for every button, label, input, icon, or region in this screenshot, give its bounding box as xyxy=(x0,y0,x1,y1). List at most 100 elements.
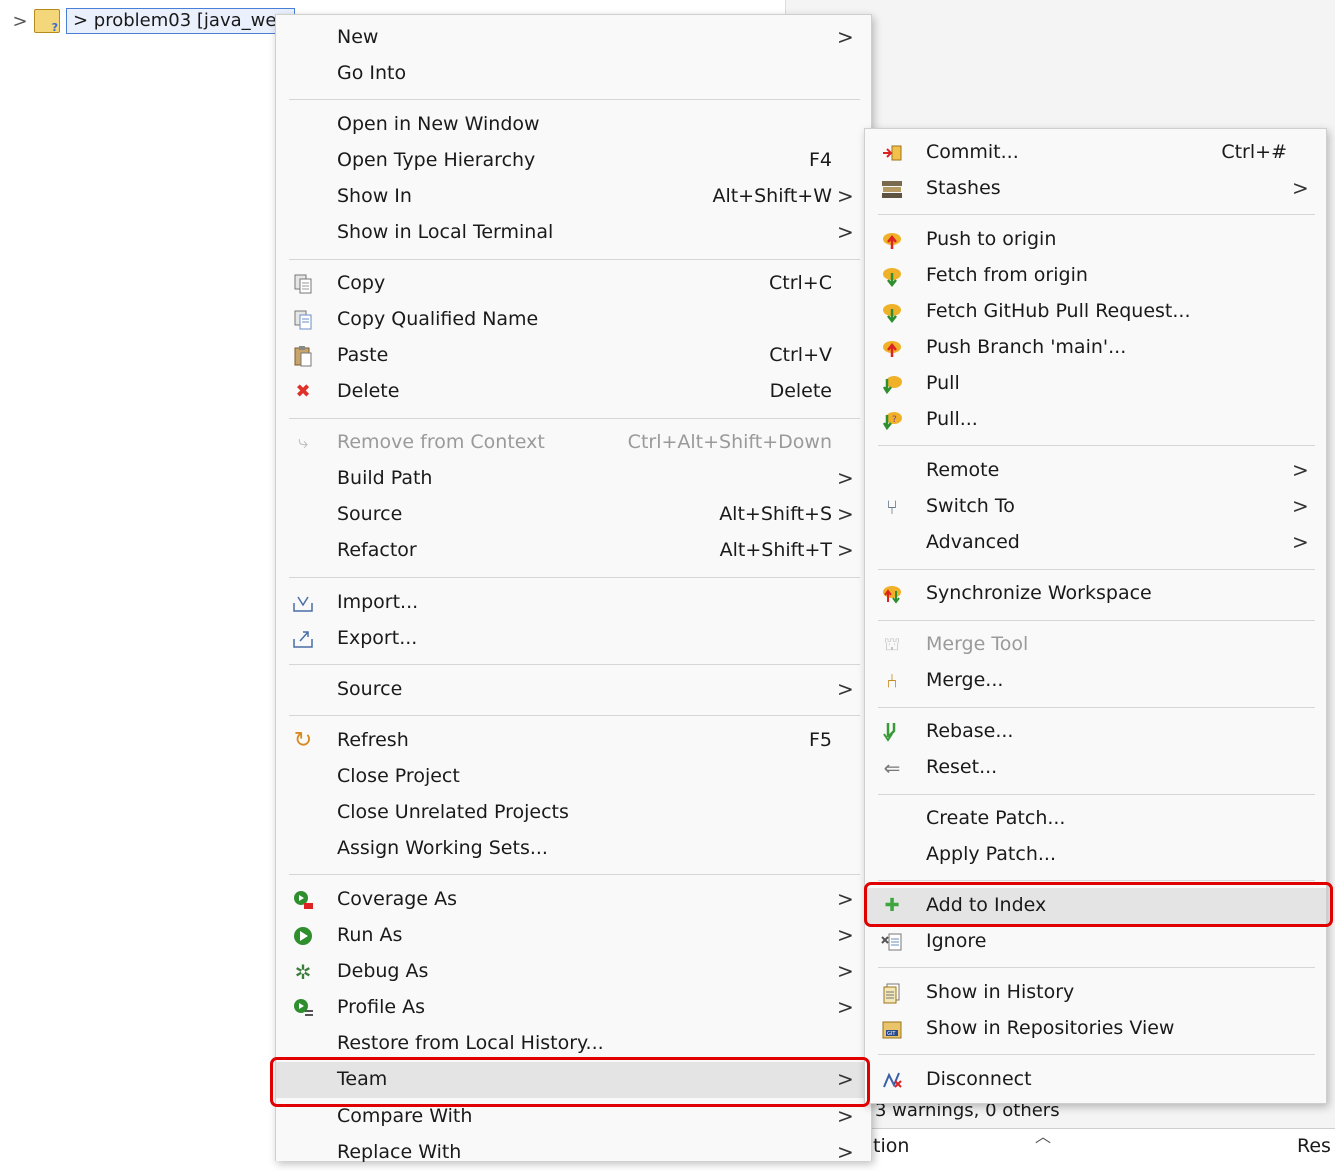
menu-shortcut: Alt+Shift+T xyxy=(719,539,832,561)
collapse-caret-icon[interactable]: ︿ xyxy=(1035,1123,1051,1147)
refresh-icon: ↻ xyxy=(293,728,313,753)
menu-item-commit[interactable]: Commit... Ctrl+# xyxy=(865,135,1326,171)
menu-label: Show In xyxy=(337,185,412,207)
menu-shortcut: Ctrl+V xyxy=(769,344,832,366)
menu-label: Push Branch 'main'... xyxy=(926,336,1127,358)
menu-item-close-project[interactable]: Close Project xyxy=(276,759,871,795)
menu-item-replace-with[interactable]: Replace With > xyxy=(276,1135,871,1171)
menu-item-team[interactable]: Team > xyxy=(276,1062,871,1098)
menu-item-show-in-history[interactable]: Show in History xyxy=(865,975,1326,1011)
menu-item-stashes[interactable]: Stashes > xyxy=(865,171,1326,207)
menu-item-refresh[interactable]: ↻ Refresh F5 xyxy=(276,723,871,759)
menu-item-reset[interactable]: ⇐ Reset... xyxy=(865,750,1326,786)
menu-item-advanced[interactable]: Advanced > xyxy=(865,525,1326,561)
menu-item-fetch-from-origin[interactable]: Fetch from origin xyxy=(865,258,1326,294)
menu-item-profile-as[interactable]: Profile As > xyxy=(276,990,871,1026)
menu-label: Fetch from origin xyxy=(926,264,1088,286)
menu-item-delete[interactable]: ✖ Delete Delete xyxy=(276,374,871,410)
rebase-icon xyxy=(880,720,904,744)
tab-location[interactable]: tion xyxy=(873,1135,909,1157)
menu-label: Create Patch... xyxy=(926,807,1066,829)
stashes-icon xyxy=(880,177,904,201)
menu-label: Stashes xyxy=(926,177,1001,199)
menu-label: Debug As xyxy=(337,960,429,982)
submenu-arrow-icon: > xyxy=(837,1067,854,1091)
menu-shortcut: F4 xyxy=(808,149,832,171)
menu-item-import[interactable]: Import... xyxy=(276,585,871,621)
menu-item-refactor[interactable]: Refactor Alt+Shift+T > xyxy=(276,533,871,569)
menu-item-copy[interactable]: Copy Ctrl+C xyxy=(276,266,871,302)
menu-item-export[interactable]: Export... xyxy=(276,621,871,657)
switch-branch-icon: ⑂ xyxy=(886,495,898,519)
menu-item-switch-to[interactable]: ⑂ Switch To > xyxy=(865,489,1326,525)
submenu-arrow-icon: > xyxy=(837,887,854,911)
menu-label: Add to Index xyxy=(926,894,1047,916)
menu-item-merge[interactable]: ⑃ Merge... xyxy=(865,663,1326,699)
add-to-index-icon: ✚ xyxy=(884,895,900,916)
menu-item-fetch-github-pull-request[interactable]: Fetch GitHub Pull Request... xyxy=(865,294,1326,330)
menu-item-build-path[interactable]: Build Path > xyxy=(276,461,871,497)
menu-shortcut: Alt+Shift+S xyxy=(719,503,832,525)
copy-qualified-name-icon xyxy=(291,308,315,332)
menu-label: New xyxy=(337,26,379,48)
menu-item-show-in-repositories-view[interactable]: GIT Show in Repositories View xyxy=(865,1011,1326,1047)
menu-item-ignore[interactable]: Ignore xyxy=(865,924,1326,960)
menu-item-show-in[interactable]: Show In Alt+Shift+W > xyxy=(276,179,871,215)
submenu-arrow-icon: > xyxy=(837,538,854,562)
menu-shortcut: Alt+Shift+W xyxy=(712,185,832,207)
submenu-arrow-icon: > xyxy=(837,1104,854,1128)
menu-item-source-submenu[interactable]: Source > xyxy=(276,672,871,708)
menu-item-pull[interactable]: Pull xyxy=(865,366,1326,402)
menu-item-paste[interactable]: Paste Ctrl+V xyxy=(276,338,871,374)
tree-expand-chevron-icon[interactable]: > xyxy=(12,11,28,32)
menu-item-show-in-local-terminal[interactable]: Show in Local Terminal > xyxy=(276,215,871,251)
submenu-arrow-icon: > xyxy=(837,184,854,208)
project-tree-row[interactable]: > > problem03 [java_wee xyxy=(12,6,295,36)
history-icon xyxy=(880,981,904,1005)
menu-item-synchronize-workspace[interactable]: Synchronize Workspace xyxy=(865,576,1326,612)
tab-resource[interactable]: Res xyxy=(1297,1135,1331,1157)
menu-item-close-unrelated-projects[interactable]: Close Unrelated Projects xyxy=(276,795,871,831)
menu-label: Ignore xyxy=(926,930,987,952)
menu-label: Compare With xyxy=(337,1105,473,1127)
delete-icon: ✖ xyxy=(295,381,311,402)
submenu-arrow-icon: > xyxy=(1292,494,1309,518)
menu-label: Show in Repositories View xyxy=(926,1017,1175,1039)
menu-separator xyxy=(878,707,1315,708)
menu-item-disconnect[interactable]: Disconnect xyxy=(865,1062,1326,1098)
menu-item-compare-with[interactable]: Compare With > xyxy=(276,1099,871,1135)
menu-item-open-in-new-window[interactable]: Open in New Window xyxy=(276,107,871,143)
project-label[interactable]: > problem03 [java_wee xyxy=(66,8,295,34)
synchronize-icon xyxy=(880,582,904,606)
menu-item-pull-dialog[interactable]: ? Pull... xyxy=(865,402,1326,438)
submenu-arrow-icon: > xyxy=(1292,176,1309,200)
submenu-arrow-icon: > xyxy=(837,25,854,49)
menu-separator xyxy=(289,99,860,100)
menu-item-run-as[interactable]: Run As > xyxy=(276,918,871,954)
menu-item-source[interactable]: Source Alt+Shift+S > xyxy=(276,497,871,533)
menu-item-assign-working-sets[interactable]: Assign Working Sets... xyxy=(276,831,871,867)
menu-label: Close Unrelated Projects xyxy=(337,801,569,823)
paste-icon xyxy=(291,344,315,368)
menu-item-go-into[interactable]: Go Into xyxy=(276,56,871,92)
menu-label: Merge... xyxy=(926,669,1004,691)
menu-item-new[interactable]: New > xyxy=(276,20,871,56)
menu-shortcut: Ctrl+C xyxy=(769,272,832,294)
team-submenu: Commit... Ctrl+# Stashes > Push to origi… xyxy=(864,128,1327,1104)
menu-item-coverage-as[interactable]: Coverage As > xyxy=(276,882,871,918)
pull-icon xyxy=(880,372,904,396)
menu-item-restore-from-local-history[interactable]: Restore from Local History... xyxy=(276,1026,871,1062)
menu-item-apply-patch[interactable]: Apply Patch... xyxy=(865,837,1326,873)
menu-item-rebase[interactable]: Rebase... xyxy=(865,714,1326,750)
menu-item-remove-from-context: ⤷ Remove from Context Ctrl+Alt+Shift+Dow… xyxy=(276,425,871,461)
menu-item-debug-as[interactable]: ✲ Debug As > xyxy=(276,954,871,990)
menu-item-add-to-index[interactable]: ✚ Add to Index xyxy=(865,888,1326,924)
menu-item-create-patch[interactable]: Create Patch... xyxy=(865,801,1326,837)
import-icon xyxy=(291,591,315,615)
menu-item-push-to-origin[interactable]: Push to origin xyxy=(865,222,1326,258)
menu-item-open-type-hierarchy[interactable]: Open Type Hierarchy F4 xyxy=(276,143,871,179)
menu-separator xyxy=(289,664,860,665)
menu-item-copy-qualified-name[interactable]: Copy Qualified Name xyxy=(276,302,871,338)
menu-item-remote[interactable]: Remote > xyxy=(865,453,1326,489)
menu-item-push-branch-main[interactable]: Push Branch 'main'... xyxy=(865,330,1326,366)
